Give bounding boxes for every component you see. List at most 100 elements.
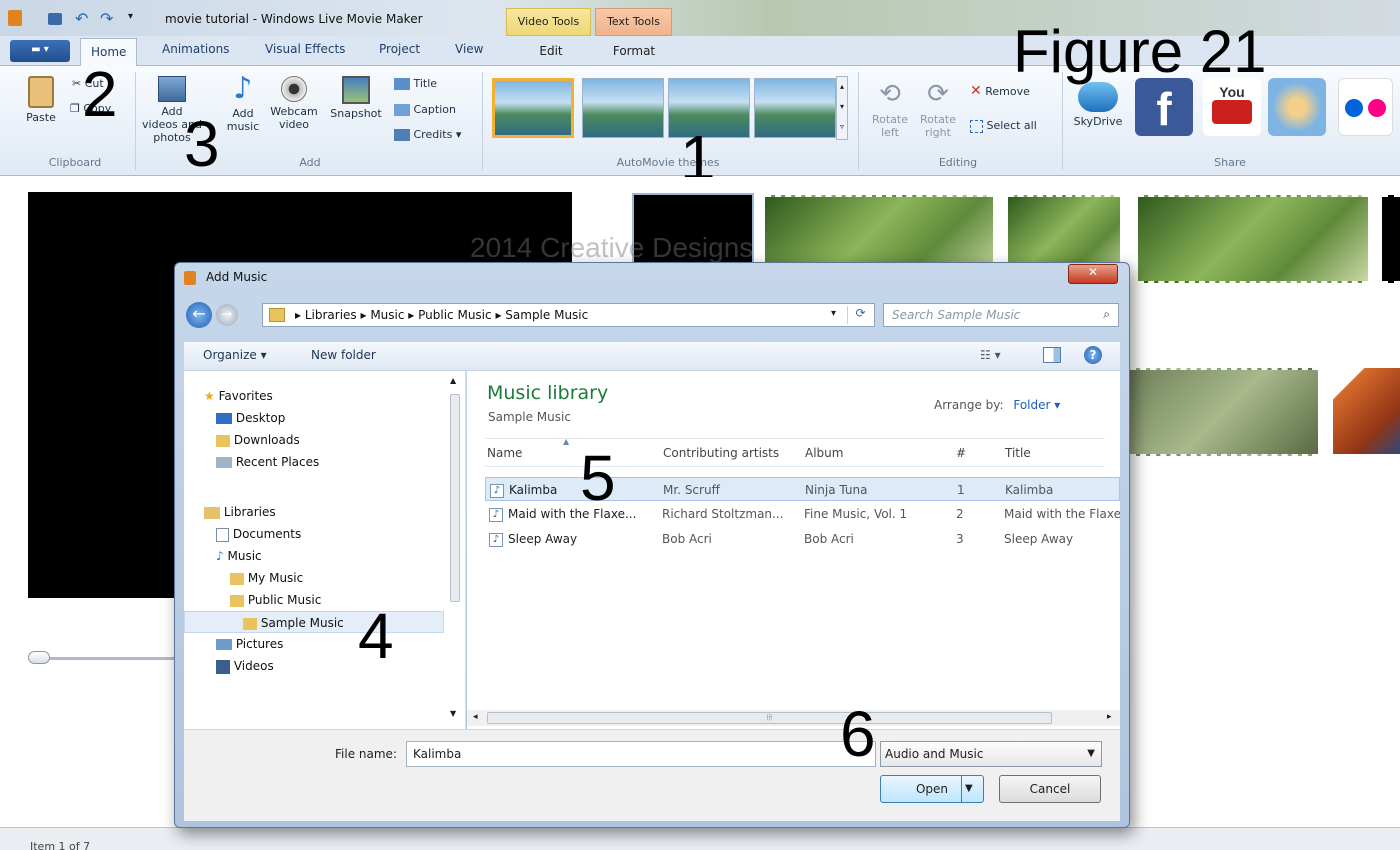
seek-slider-track[interactable] bbox=[30, 657, 180, 660]
header-divider bbox=[485, 466, 1105, 467]
quick-access-dropdown-icon[interactable]: ▾ bbox=[128, 11, 133, 22]
folder-icon bbox=[269, 308, 285, 322]
rotate-right-label: Rotate right bbox=[919, 113, 956, 139]
forward-button[interactable]: → bbox=[216, 304, 238, 326]
desktop-icon bbox=[216, 413, 232, 424]
new-folder-button[interactable]: New folder bbox=[311, 348, 376, 362]
file-hscrollbar[interactable]: ◂ ⦙⦙⦙ ▸ bbox=[467, 710, 1120, 726]
caption-button[interactable]: Caption bbox=[394, 103, 456, 116]
title-button[interactable]: Title bbox=[394, 77, 437, 90]
nav-item-libraries[interactable]: Libraries bbox=[184, 501, 444, 523]
storyboard-clip[interactable] bbox=[1138, 195, 1368, 283]
nav-label: Videos bbox=[233, 659, 274, 673]
filetype-select[interactable]: Audio and Music ▼ bbox=[880, 741, 1102, 767]
nav-item-desktop[interactable]: Desktop bbox=[184, 407, 444, 429]
tab-animations[interactable]: Animations bbox=[162, 42, 229, 56]
file-row[interactable]: ♪ Sleep Away Bob Acri Bob Acri 3 Sleep Aw… bbox=[485, 527, 1120, 551]
select-all-button[interactable]: Select all bbox=[970, 119, 1037, 133]
facebook-icon[interactable]: f bbox=[1135, 78, 1193, 136]
theme-thumbnail[interactable] bbox=[492, 78, 574, 138]
search-input[interactable]: Search Sample Music ⌕ bbox=[883, 303, 1119, 327]
ribbon-divider bbox=[858, 72, 859, 170]
address-bar[interactable]: ▸ Libraries ▸ Music ▸ Public Music ▸ Sam… bbox=[262, 303, 875, 327]
storyboard-clip[interactable] bbox=[1130, 368, 1318, 456]
theme-thumbnail[interactable] bbox=[754, 78, 836, 138]
nav-item-videos[interactable]: Videos bbox=[184, 655, 444, 677]
storyboard-clip[interactable] bbox=[1333, 368, 1400, 454]
nav-item-public-music[interactable]: Public Music bbox=[184, 589, 444, 611]
remove-button[interactable]: ✕ Remove bbox=[970, 84, 1030, 98]
nav-item-pictures[interactable]: Pictures bbox=[184, 633, 444, 655]
nav-item-downloads[interactable]: Downloads bbox=[184, 429, 444, 451]
seek-slider-knob[interactable] bbox=[28, 651, 50, 664]
snapshot-button[interactable]: Snapshot bbox=[328, 76, 384, 120]
file-menu-button[interactable]: ▬ ▾ bbox=[10, 40, 70, 62]
star-icon: ★ bbox=[204, 389, 215, 403]
flickr-icon[interactable] bbox=[1338, 78, 1393, 136]
add-music-button[interactable]: ♪ Add music bbox=[220, 74, 266, 134]
audio-file-icon: ♪ bbox=[490, 483, 504, 498]
column-header-artists[interactable]: Contributing artists bbox=[663, 446, 779, 460]
nav-item-documents[interactable]: Documents bbox=[184, 523, 444, 545]
scroll-down-icon[interactable]: ▼ bbox=[450, 709, 456, 718]
column-header-title[interactable]: Title bbox=[1005, 446, 1031, 460]
refresh-icon[interactable]: ⟳ bbox=[847, 306, 873, 324]
paste-button[interactable]: Paste bbox=[18, 76, 64, 124]
organize-button[interactable]: Organize ▾ bbox=[203, 348, 267, 362]
nav-scroll-thumb[interactable] bbox=[450, 394, 460, 602]
scroll-left-icon[interactable]: ◂ bbox=[473, 712, 478, 722]
breadcrumb-sample-music[interactable]: Sample Music bbox=[505, 308, 588, 322]
column-header-number[interactable]: # bbox=[956, 446, 966, 460]
filename-input[interactable]: Kalimba bbox=[406, 741, 876, 767]
nav-item-sample-music[interactable]: Sample Music bbox=[184, 611, 444, 633]
tab-view[interactable]: View bbox=[455, 42, 483, 56]
help-icon[interactable]: ? bbox=[1084, 346, 1102, 364]
cancel-button[interactable]: Cancel bbox=[999, 775, 1101, 803]
undo-icon[interactable]: ↶ bbox=[75, 9, 88, 28]
theme-thumbnail[interactable] bbox=[582, 78, 664, 138]
save-icon[interactable] bbox=[48, 13, 62, 25]
file-scroll-thumb[interactable]: ⦙⦙⦙ bbox=[487, 712, 1052, 724]
nav-item-favorites[interactable]: ★ Favorites bbox=[184, 385, 444, 407]
arrange-by: Arrange by: Folder ▾ bbox=[934, 398, 1060, 412]
scroll-right-icon[interactable]: ▸ bbox=[1107, 712, 1112, 722]
storyboard-clip[interactable] bbox=[1382, 195, 1400, 283]
nav-item-my-music[interactable]: My Music bbox=[184, 567, 444, 589]
rotate-left-button[interactable]: ⟲ Rotate left bbox=[868, 78, 912, 139]
search-icon[interactable]: ⌕ bbox=[1103, 307, 1110, 322]
column-header-album[interactable]: Album bbox=[805, 446, 843, 460]
redo-icon[interactable]: ↷ bbox=[100, 9, 113, 28]
close-icon: ✕ bbox=[1087, 265, 1099, 279]
skydrive-button[interactable]: SkyDrive bbox=[1070, 82, 1126, 128]
nav-scrollbar[interactable]: ▲ ▼ bbox=[447, 376, 463, 721]
breadcrumb-libraries[interactable]: Libraries bbox=[305, 308, 357, 322]
youtube-icon[interactable]: You bbox=[1203, 78, 1261, 136]
open-button[interactable]: Open ▼ bbox=[880, 775, 984, 803]
tab-project[interactable]: Project bbox=[379, 42, 420, 56]
nav-item-music[interactable]: ♪ Music bbox=[184, 545, 444, 567]
webcam-video-button[interactable]: Webcam video bbox=[268, 76, 320, 131]
tab-edit[interactable]: Edit bbox=[536, 44, 566, 58]
breadcrumb-public-music[interactable]: Public Music bbox=[418, 308, 491, 322]
back-button[interactable]: ← bbox=[186, 302, 212, 328]
scroll-up-icon[interactable]: ▲ bbox=[450, 376, 456, 385]
tab-visual-effects[interactable]: Visual Effects bbox=[265, 42, 345, 56]
gallery-scroll[interactable]: ▴ ▾ ▿ bbox=[836, 76, 848, 140]
messenger-icon[interactable] bbox=[1268, 78, 1326, 136]
credits-button[interactable]: Credits ▾ bbox=[394, 128, 461, 141]
breadcrumb-music[interactable]: Music bbox=[370, 308, 404, 322]
nav-item-recent-places[interactable]: Recent Places bbox=[184, 451, 444, 473]
open-dropdown-icon[interactable]: ▼ bbox=[965, 776, 973, 802]
column-header-name[interactable]: Name bbox=[487, 446, 522, 460]
rotate-right-button[interactable]: ⟳ Rotate right bbox=[916, 78, 960, 139]
address-dropdown-icon[interactable]: ▾ bbox=[831, 308, 836, 319]
preview-pane-icon[interactable] bbox=[1043, 347, 1061, 363]
close-button[interactable]: ✕ bbox=[1068, 264, 1118, 284]
arrange-by-dropdown[interactable]: Folder ▾ bbox=[1013, 398, 1060, 412]
webcam-label: Webcam video bbox=[270, 105, 318, 131]
view-options-icon[interactable]: ☷ ▾ bbox=[980, 348, 1001, 362]
open-label: Open bbox=[915, 782, 949, 796]
tab-format[interactable]: Format bbox=[612, 44, 656, 58]
nav-label: Sample Music bbox=[260, 616, 344, 630]
snapshot-icon bbox=[342, 76, 370, 104]
